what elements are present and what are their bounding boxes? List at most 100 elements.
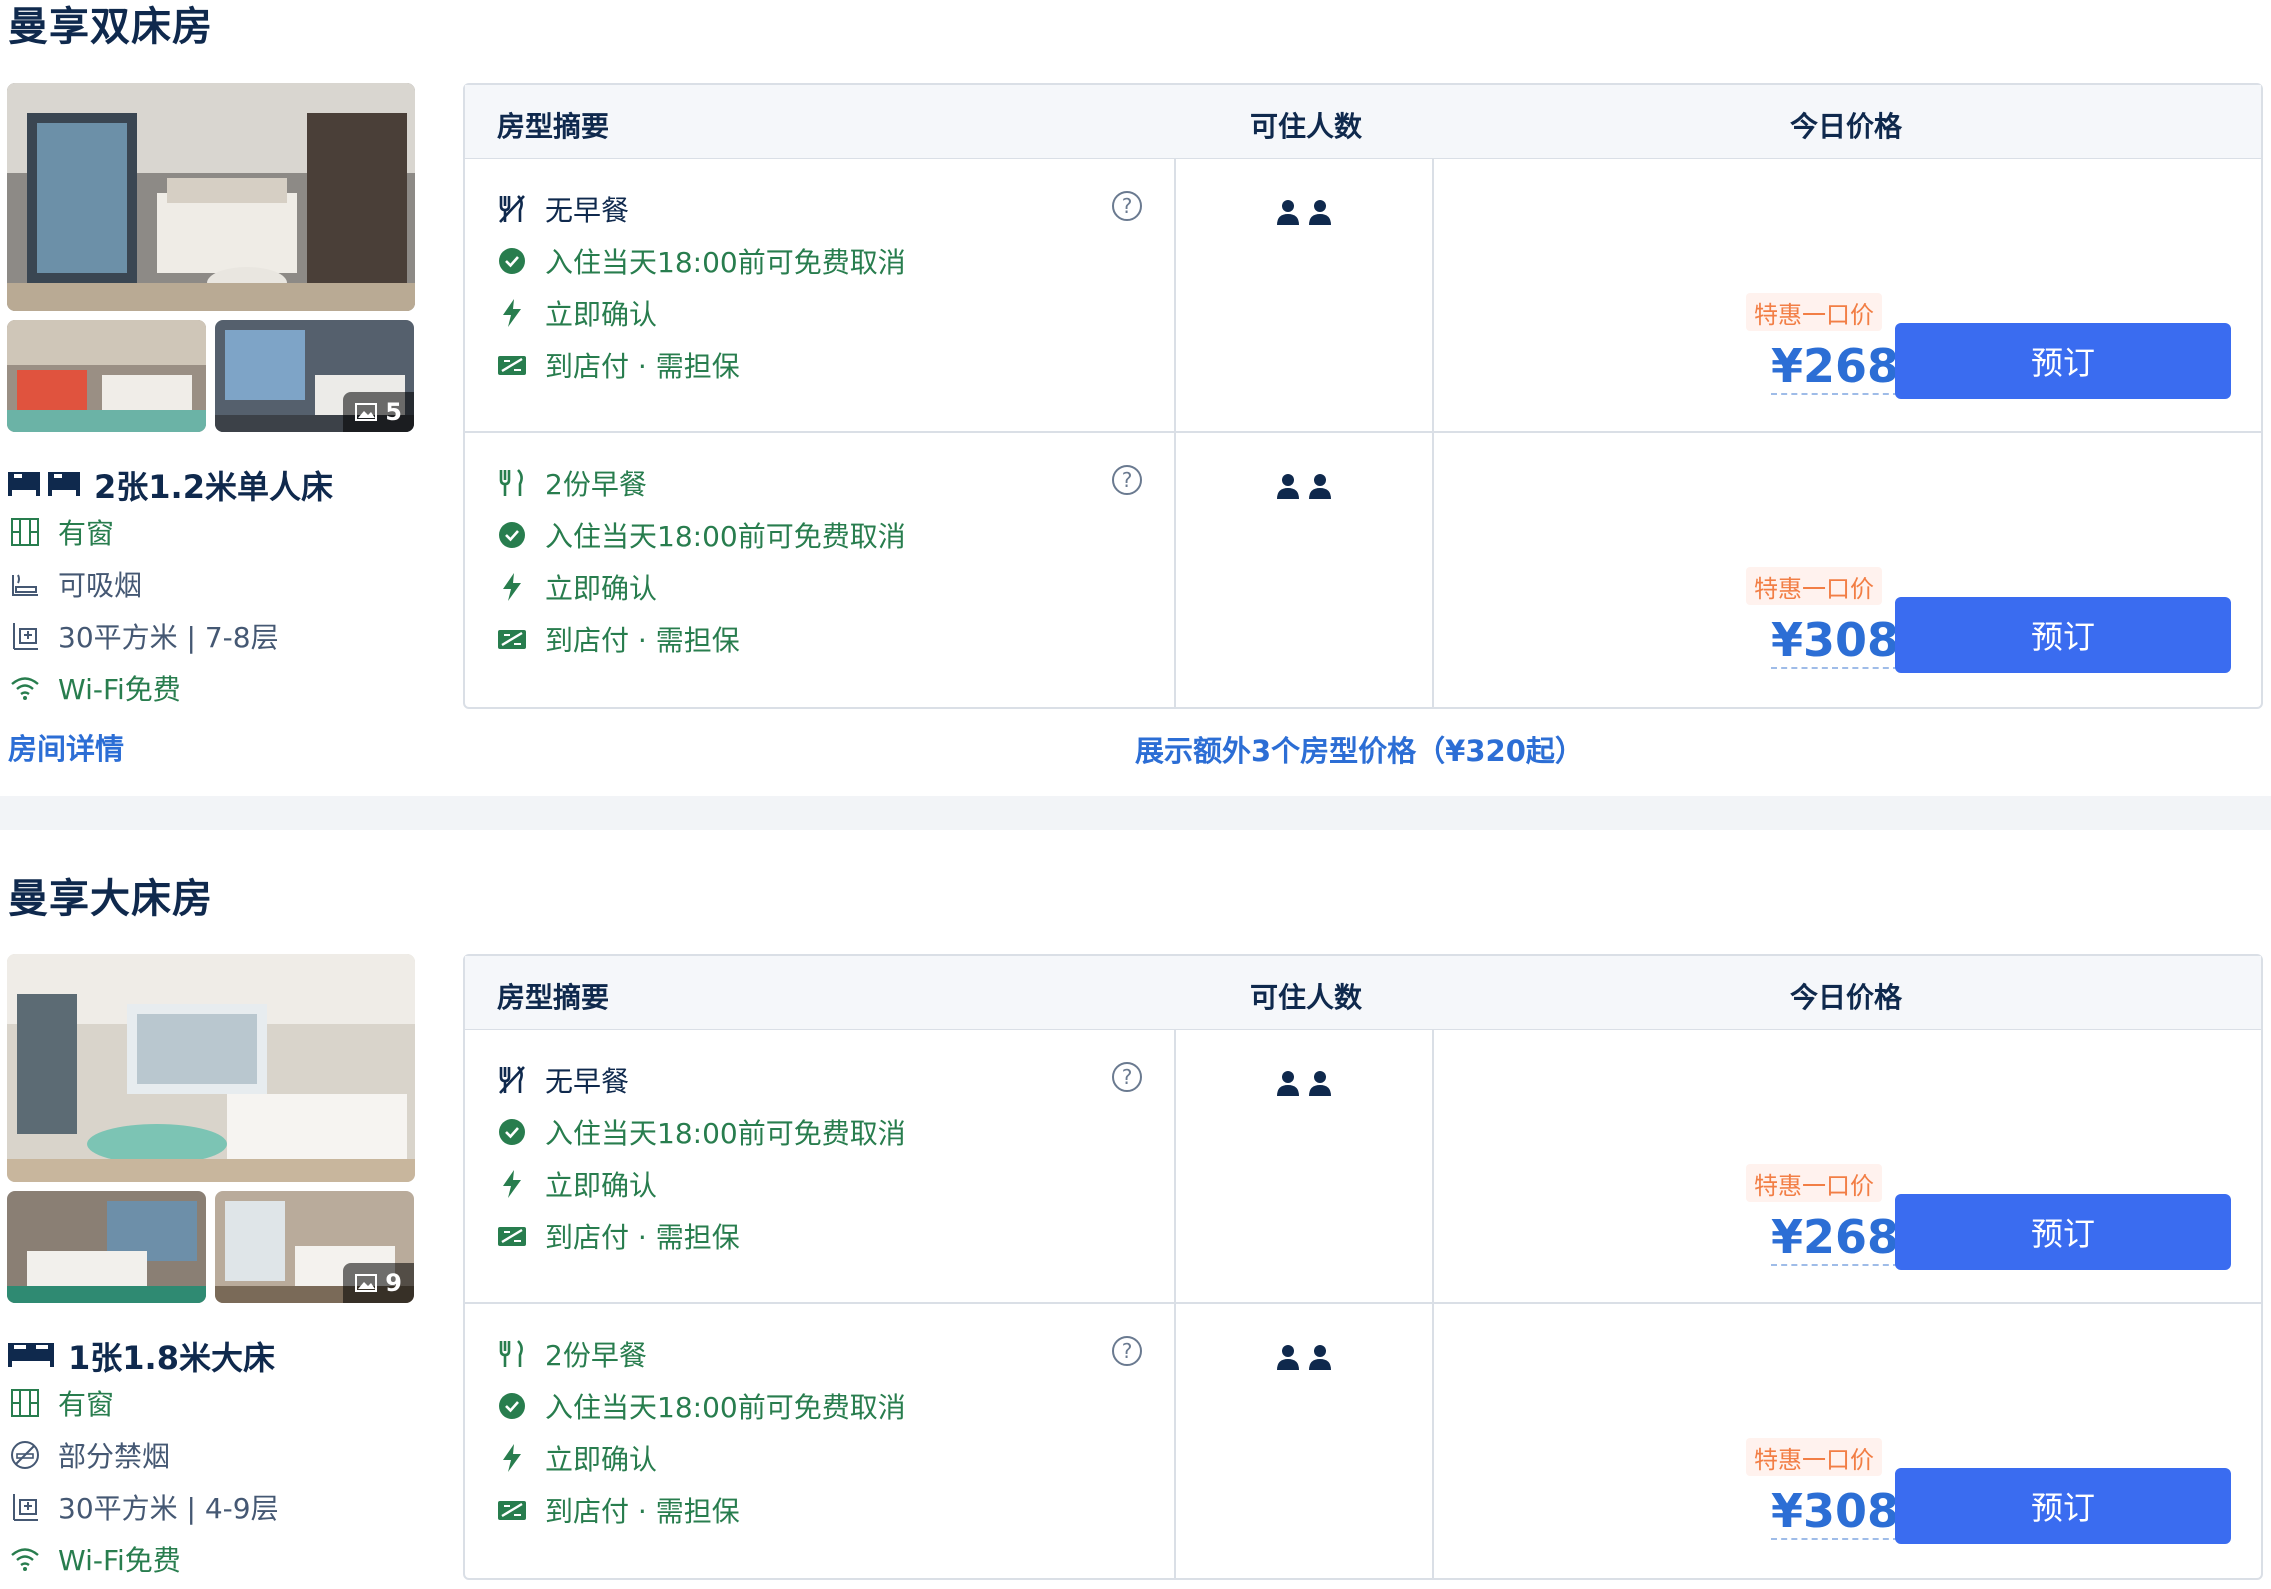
- help-icon[interactable]: ?: [1112, 1336, 1142, 1366]
- pay-at-hotel-icon: [497, 1495, 527, 1525]
- window-icon: [8, 1386, 42, 1420]
- feature-area: 30平方米 | 4-9层: [8, 1487, 279, 1527]
- rate-table: 房型摘要 可住人数 今日价格 无早餐 ? 入住当天18:00前可免费取消 立即确…: [463, 954, 2263, 1580]
- header-summary: 房型摘要: [497, 981, 610, 1014]
- smoking-icon: [8, 567, 42, 601]
- price[interactable]: ¥268: [1771, 1210, 1900, 1266]
- show-more-rates-link[interactable]: 展示额外3个房型价格（¥320起）: [1135, 728, 1584, 770]
- check-circle-icon: [497, 520, 527, 550]
- photo-count: 5: [385, 398, 402, 426]
- lightning-icon: [497, 572, 527, 602]
- rate-row: 2份早餐 ? 入住当天18:00前可免费取消 立即确认 到店付 · 需担保 特惠…: [465, 1304, 2261, 1578]
- bed-info: 1张1.8米大床: [8, 1333, 275, 1379]
- no-smoking-icon: [8, 1438, 42, 1472]
- photo-icon: [355, 403, 378, 421]
- payment-policy: 到店付 · 需担保: [497, 1490, 740, 1530]
- meal-policy: 无早餐: [497, 189, 629, 229]
- lightning-icon: [497, 1169, 527, 1199]
- book-button[interactable]: 预订: [1895, 1468, 2231, 1544]
- pay-at-hotel-icon: [497, 624, 527, 654]
- guest-icon: [1309, 1071, 1331, 1096]
- bed-icon: [8, 1337, 54, 1375]
- cancel-policy: 入住当天18:00前可免费取消: [497, 1112, 906, 1152]
- cancel-policy: 入住当天18:00前可免费取消: [497, 241, 906, 281]
- meal-policy: 无早餐: [497, 1060, 629, 1100]
- photo-count: 9: [385, 1269, 402, 1297]
- help-icon[interactable]: ?: [1112, 191, 1142, 221]
- cancel-policy: 入住当天18:00前可免费取消: [497, 515, 906, 555]
- room-photo-thumb[interactable]: [7, 320, 206, 432]
- area-icon: [8, 1490, 42, 1524]
- promo-badge: 特惠一口价: [1746, 1438, 1882, 1476]
- rate-table-header: 房型摘要 可住人数 今日价格: [465, 956, 2261, 1030]
- photo-count-badge[interactable]: 5: [343, 392, 414, 432]
- feature-wifi: Wi-Fi免费: [8, 1539, 181, 1579]
- rate-row: 无早餐 ? 入住当天18:00前可免费取消 立即确认 到店付 · 需担保 特惠一…: [465, 1030, 2261, 1304]
- payment-policy: 到店付 · 需担保: [497, 619, 740, 659]
- lightning-icon: [497, 298, 527, 328]
- room-card-king: 曼享大床房 9 1张1.8米大床 有窗 部分禁烟 30平方米 | 4-9层 Wi…: [0, 830, 2271, 1589]
- promo-badge: 特惠一口价: [1746, 293, 1882, 331]
- cancel-policy: 入住当天18:00前可免费取消: [497, 1386, 906, 1426]
- guest-icon: [1277, 200, 1299, 225]
- rate-row: 2份早餐 ? 入住当天18:00前可免费取消 立即确认 到店付 · 需担保 特惠…: [465, 433, 2261, 707]
- guest-capacity: [1277, 199, 1331, 225]
- header-price: 今日价格: [1790, 110, 1903, 143]
- meal-policy: 2份早餐: [497, 1334, 647, 1374]
- photo-count-badge[interactable]: 9: [343, 1263, 414, 1303]
- header-guests: 可住人数: [1250, 981, 1363, 1014]
- header-guests: 可住人数: [1250, 110, 1363, 143]
- bed-label: 2张1.2米单人床: [94, 468, 333, 506]
- wifi-icon: [8, 671, 42, 705]
- book-button[interactable]: 预订: [1895, 597, 2231, 673]
- room-photo-thumb[interactable]: [7, 1191, 206, 1303]
- guest-icon: [1277, 1071, 1299, 1096]
- check-circle-icon: [497, 246, 527, 276]
- help-icon[interactable]: ?: [1112, 1062, 1142, 1092]
- check-circle-icon: [497, 1117, 527, 1147]
- bed-info: 2张1.2米单人床: [8, 462, 333, 508]
- price[interactable]: ¥308: [1771, 1484, 1900, 1540]
- price[interactable]: ¥308: [1771, 613, 1900, 669]
- breakfast-icon: [497, 468, 527, 498]
- room-photo-thumb[interactable]: 9: [215, 1191, 414, 1303]
- rate-row: 无早餐 ? 入住当天18:00前可免费取消 立即确认 到店付 · 需担保 特惠一…: [465, 159, 2261, 433]
- room-detail-link[interactable]: 房间详情: [8, 726, 124, 768]
- help-icon[interactable]: ?: [1112, 465, 1142, 495]
- feature-wifi: Wi-Fi免费: [8, 668, 181, 708]
- feature-smoking: 可吸烟: [8, 564, 142, 604]
- guest-icon: [1277, 1345, 1299, 1370]
- meal-policy: 2份早餐: [497, 463, 647, 503]
- guest-icon: [1277, 474, 1299, 499]
- promo-badge: 特惠一口价: [1746, 1164, 1882, 1202]
- feature-window: 有窗: [8, 512, 114, 552]
- check-circle-icon: [497, 1391, 527, 1421]
- section-divider: [0, 796, 2271, 830]
- feature-area: 30平方米 | 7-8层: [8, 616, 279, 656]
- no-breakfast-icon: [497, 194, 527, 224]
- confirm-policy: 立即确认: [497, 1438, 657, 1478]
- no-breakfast-icon: [497, 1065, 527, 1095]
- guest-icon: [1309, 474, 1331, 499]
- room-photo-main[interactable]: [7, 954, 415, 1182]
- area-icon: [8, 619, 42, 653]
- feature-window: 有窗: [8, 1383, 114, 1423]
- room-photo-thumb[interactable]: 5: [215, 320, 414, 432]
- guest-capacity: [1277, 1070, 1331, 1096]
- room-photo-main[interactable]: [7, 83, 415, 311]
- book-button[interactable]: 预订: [1895, 323, 2231, 399]
- guest-capacity: [1277, 473, 1331, 499]
- price[interactable]: ¥268: [1771, 339, 1900, 395]
- payment-policy: 到店付 · 需担保: [497, 1216, 740, 1256]
- bed-icon: [8, 466, 80, 504]
- rate-table: 房型摘要 可住人数 今日价格 无早餐 ? 入住当天18:00前可免费取消 立即确…: [463, 83, 2263, 709]
- pay-at-hotel-icon: [497, 1221, 527, 1251]
- guest-capacity: [1277, 1344, 1331, 1370]
- rate-table-header: 房型摘要 可住人数 今日价格: [465, 85, 2261, 159]
- promo-badge: 特惠一口价: [1746, 567, 1882, 605]
- bed-label: 1张1.8米大床: [68, 1339, 275, 1377]
- pay-at-hotel-icon: [497, 350, 527, 380]
- window-icon: [8, 515, 42, 549]
- confirm-policy: 立即确认: [497, 567, 657, 607]
- book-button[interactable]: 预订: [1895, 1194, 2231, 1270]
